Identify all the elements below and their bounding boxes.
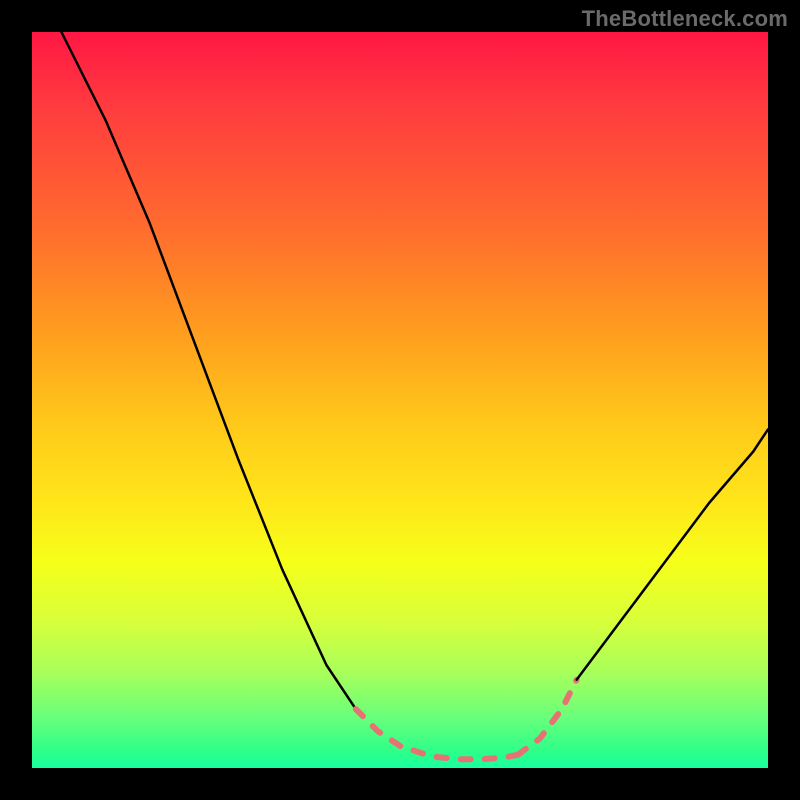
curve-layer — [32, 32, 768, 768]
watermark-text: TheBottleneck.com — [582, 6, 788, 32]
series-valley-dotted-salmon — [437, 755, 518, 759]
series-left-curve-dotted-salmon — [356, 709, 437, 757]
chart-frame: TheBottleneck.com — [0, 0, 800, 800]
series-right-curve-dotted-salmon — [518, 680, 577, 755]
series-left-curve-black — [61, 32, 355, 709]
series-right-curve-black — [577, 429, 768, 679]
